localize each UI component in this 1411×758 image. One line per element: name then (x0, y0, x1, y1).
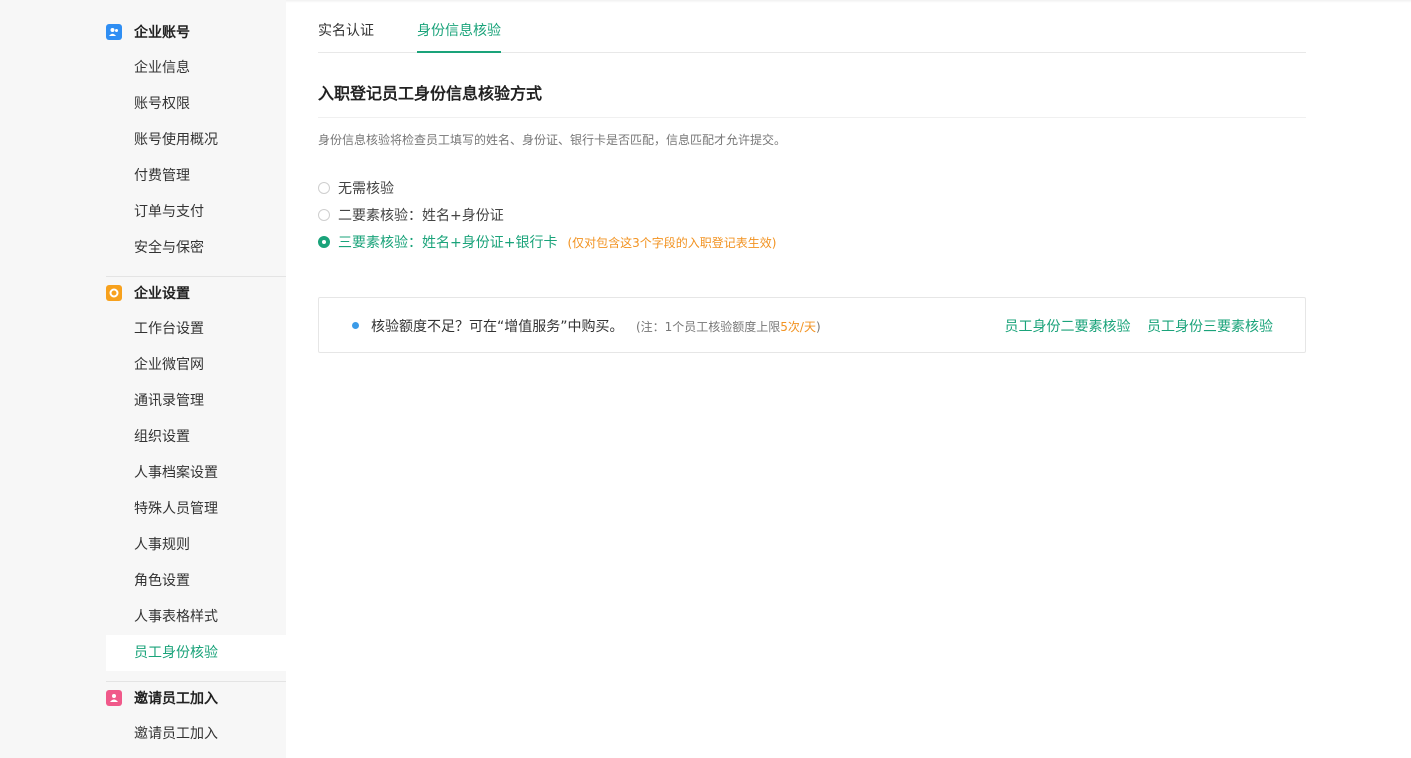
sidebar-item-contacts-management[interactable]: 通讯录管理 (106, 383, 286, 419)
quota-message: 核验额度不足？可在“增值服务”中购买。 (371, 319, 624, 335)
sidebar-group-header[interactable]: 邀请员工加入 (106, 680, 286, 716)
section-description: 身份信息核验将检查员工填写的姓名、身份证、银行卡是否匹配，信息匹配才允许提交。 (318, 133, 787, 147)
radio-button-selected[interactable] (318, 236, 330, 248)
radio-label: 二要素核验：姓名+身份证 (338, 208, 504, 224)
sidebar-item-micro-website[interactable]: 企业微官网 (106, 347, 286, 383)
sidebar: 企业账号 企业信息 账号权限 账号使用概况 付费管理 订单与支付 安全与保密 企… (0, 0, 286, 758)
enterprise-account-icon (106, 24, 122, 40)
radio-label: 三要素核验：姓名+身份证+银行卡 (338, 235, 558, 251)
sidebar-group-title: 企业账号 (134, 25, 190, 41)
quota-note-suffix: ) (815, 320, 821, 334)
radio-button[interactable] (318, 182, 330, 194)
invite-employee-icon (106, 690, 122, 706)
tab-bar: 实名认证 身份信息核验 (318, 10, 1306, 53)
sidebar-item-special-personnel[interactable]: 特殊人员管理 (106, 491, 286, 527)
sidebar-item-enterprise-info[interactable]: 企业信息 (106, 50, 286, 86)
quota-note-prefix: (注：1个员工核验额度上限 (635, 320, 781, 334)
sidebar-item-employee-verification[interactable]: 员工身份核验 (106, 635, 286, 671)
radio-option-three-factor[interactable]: 三要素核验：姓名+身份证+银行卡 (仅对包含这3个字段的入职登记表生效) (318, 232, 776, 252)
sidebar-item-invite-employees[interactable]: 邀请员工加入 (106, 716, 286, 752)
top-shadow (286, 0, 1411, 3)
sidebar-item-account-usage[interactable]: 账号使用概况 (106, 122, 286, 158)
title-divider (318, 117, 1306, 118)
sidebar-item-workbench-settings[interactable]: 工作台设置 (106, 311, 286, 347)
two-factor-service-link[interactable]: 员工身份二要素核验 (1005, 319, 1131, 335)
sidebar-item-org-settings[interactable]: 组织设置 (106, 419, 286, 455)
quota-note: (注：1个员工核验额度上限5次/天) (636, 320, 821, 334)
quota-limit-value: 5次/天 (780, 320, 816, 334)
sidebar-item-payment-management[interactable]: 付费管理 (106, 158, 286, 194)
sidebar-item-hr-rules[interactable]: 人事规则 (106, 527, 286, 563)
tab-identity-verification[interactable]: 身份信息核验 (417, 10, 501, 53)
radio-button[interactable] (318, 209, 330, 221)
radio-label: 无需核验 (338, 181, 394, 197)
page-title: 入职登记员工身份信息核验方式 (318, 84, 543, 103)
sidebar-item-role-settings[interactable]: 角色设置 (106, 563, 286, 599)
sidebar-group-enterprise-settings: 企业设置 工作台设置 企业微官网 通讯录管理 组织设置 人事档案设置 特殊人员管… (106, 275, 286, 671)
radio-option-note: (仅对包含这3个字段的入职登记表生效) (567, 235, 777, 250)
quota-message-line: 核验额度不足？可在“增值服务”中购买。 (注：1个员工核验额度上限5次/天) (371, 316, 821, 336)
sidebar-item-account-permissions[interactable]: 账号权限 (106, 86, 286, 122)
sidebar-group-title: 企业设置 (134, 286, 190, 302)
radio-option-no-verification[interactable]: 无需核验 (318, 178, 394, 198)
sidebar-item-orders-payment[interactable]: 订单与支付 (106, 194, 286, 230)
quota-links: 员工身份二要素核验 员工身份三要素核验 (993, 316, 1273, 336)
sidebar-group-header[interactable]: 企业设置 (106, 275, 286, 311)
enterprise-settings-icon (106, 285, 122, 301)
three-factor-service-link[interactable]: 员工身份三要素核验 (1147, 319, 1273, 335)
sidebar-item-hr-file-settings[interactable]: 人事档案设置 (106, 455, 286, 491)
sidebar-group-header[interactable]: 企业账号 (106, 14, 286, 50)
sidebar-item-hr-form-style[interactable]: 人事表格样式 (106, 599, 286, 635)
sidebar-group-title: 邀请员工加入 (134, 691, 218, 707)
radio-option-two-factor[interactable]: 二要素核验：姓名+身份证 (318, 205, 504, 225)
sidebar-group-enterprise-account: 企业账号 企业信息 账号权限 账号使用概况 付费管理 订单与支付 安全与保密 (106, 14, 286, 266)
sidebar-item-security[interactable]: 安全与保密 (106, 230, 286, 266)
info-dot-icon (352, 322, 359, 329)
tab-real-name-auth[interactable]: 实名认证 (318, 10, 374, 52)
sidebar-group-invite-employees: 邀请员工加入 邀请员工加入 (106, 680, 286, 752)
quota-info-box: 核验额度不足？可在“增值服务”中购买。 (注：1个员工核验额度上限5次/天) 员… (318, 297, 1306, 353)
